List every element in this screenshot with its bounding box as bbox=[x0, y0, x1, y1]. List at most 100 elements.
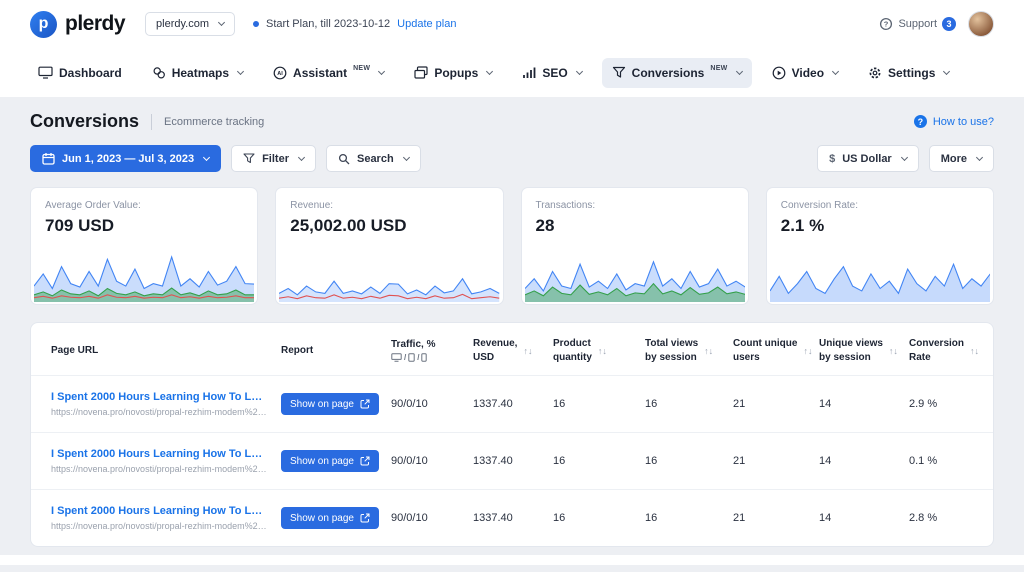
heatmaps-icon bbox=[152, 66, 166, 80]
nav-item-video[interactable]: Video bbox=[762, 58, 848, 88]
date-range-button[interactable]: Jun 1, 2023 — Jul 3, 2023 bbox=[30, 145, 221, 172]
filter-row-right: $ US Dollar More bbox=[817, 145, 994, 172]
unique-views-cell: 14 bbox=[819, 512, 909, 524]
svg-text:AI: AI bbox=[277, 71, 283, 77]
plan-dot-icon bbox=[253, 21, 259, 27]
metric-cards: Average Order Value: 709 USD Revenue: 25… bbox=[30, 187, 994, 305]
page-link[interactable]: I Spent 2000 Hours Learning How To Learn… bbox=[51, 448, 267, 460]
update-plan-link[interactable]: Update plan bbox=[397, 18, 456, 30]
page-head: Conversions Ecommerce tracking ? How to … bbox=[30, 111, 994, 132]
next-section-strip bbox=[0, 555, 1024, 565]
conversions-funnel-icon bbox=[612, 66, 626, 79]
show-on-page-button[interactable]: Show on page bbox=[281, 450, 379, 472]
page-link[interactable]: I Spent 2000 Hours Learning How To Learn… bbox=[51, 505, 267, 517]
chevron-down-icon bbox=[486, 67, 493, 74]
sort-icon[interactable]: ↑↓ bbox=[803, 346, 812, 356]
total-views-cell: 16 bbox=[645, 512, 733, 524]
column-header-unique-views[interactable]: Unique views by session ↑↓ bbox=[819, 338, 909, 363]
domain-select[interactable]: plerdy.com bbox=[145, 12, 235, 36]
column-header-count-unique-users[interactable]: Count unique users ↑↓ bbox=[733, 338, 819, 363]
chevron-down-icon bbox=[943, 67, 950, 74]
revenue-cell: 1337.40 bbox=[473, 455, 553, 467]
chevron-down-icon bbox=[378, 67, 385, 74]
product-quantity-cell: 16 bbox=[553, 455, 645, 467]
product-quantity-cell: 16 bbox=[553, 512, 645, 524]
plan-text: Start Plan, till 2023-10-12 bbox=[266, 18, 390, 30]
chevron-down-icon bbox=[298, 153, 305, 160]
chevron-down-icon bbox=[976, 153, 983, 160]
search-button[interactable]: Search bbox=[326, 145, 421, 172]
external-link-icon bbox=[360, 513, 370, 523]
filter-label: Filter bbox=[262, 153, 289, 165]
support-icon: ? bbox=[879, 17, 893, 31]
column-header-total-views[interactable]: Total views by session ↑↓ bbox=[645, 338, 733, 363]
metric-card-transactions: Transactions: 28 bbox=[521, 187, 749, 305]
metric-label: Transactions: bbox=[536, 200, 734, 211]
chevron-down-icon bbox=[403, 153, 410, 160]
nav-label: Dashboard bbox=[59, 66, 122, 80]
page-url-text: https://novena.pro/novosti/propal-rezhim… bbox=[51, 464, 267, 474]
revenue-cell: 1337.40 bbox=[473, 398, 553, 410]
filter-row: Jun 1, 2023 — Jul 3, 2023 Filter Search … bbox=[30, 145, 994, 172]
more-label: More bbox=[941, 153, 967, 165]
settings-gear-icon bbox=[868, 66, 882, 80]
content: Conversions Ecommerce tracking ? How to … bbox=[0, 97, 1024, 565]
chevron-down-icon bbox=[203, 153, 210, 160]
nav-item-dashboard[interactable]: Dashboard bbox=[28, 58, 132, 88]
column-header-product-quantity[interactable]: Product quantity ↑↓ bbox=[553, 338, 645, 363]
question-icon: ? bbox=[914, 115, 927, 128]
total-views-cell: 16 bbox=[645, 398, 733, 410]
filter-button[interactable]: Filter bbox=[231, 145, 316, 172]
report-cell: Show on page bbox=[281, 450, 391, 472]
avatar[interactable] bbox=[968, 11, 994, 37]
show-on-page-button[interactable]: Show on page bbox=[281, 507, 379, 529]
nav-item-conversions[interactable]: Conversions NEW bbox=[602, 58, 752, 88]
sort-icon[interactable]: ↑↓ bbox=[704, 346, 713, 356]
sort-icon[interactable]: ↑↓ bbox=[970, 346, 979, 356]
column-header-traffic: Traffic, % / / bbox=[391, 339, 473, 362]
traffic-cell: 90/0/10 bbox=[391, 455, 473, 467]
unique-users-cell: 21 bbox=[733, 398, 819, 410]
report-cell: Show on page bbox=[281, 393, 391, 415]
table-row: I Spent 2000 Hours Learning How To Learn… bbox=[31, 432, 993, 489]
metric-value: 2.1 % bbox=[781, 216, 979, 236]
plan-info: Start Plan, till 2023-10-12 Update plan bbox=[253, 18, 456, 30]
report-cell: Show on page bbox=[281, 507, 391, 529]
desktop-icon bbox=[391, 353, 402, 362]
nav-item-assistant[interactable]: AI Assistant NEW bbox=[263, 58, 394, 88]
unique-views-cell: 14 bbox=[819, 398, 909, 410]
how-to-use-link[interactable]: ? How to use? bbox=[914, 115, 994, 128]
metric-label: Revenue: bbox=[290, 200, 488, 211]
assistant-ai-icon: AI bbox=[273, 66, 287, 80]
new-badge: NEW bbox=[710, 65, 727, 72]
unique-views-cell: 14 bbox=[819, 455, 909, 467]
nav-item-settings[interactable]: Settings bbox=[858, 58, 959, 88]
metric-card-average-order-value: Average Order Value: 709 USD bbox=[30, 187, 258, 305]
page-link[interactable]: I Spent 2000 Hours Learning How To Learn… bbox=[51, 391, 267, 403]
nav-item-heatmaps[interactable]: Heatmaps bbox=[142, 58, 253, 88]
show-on-page-button[interactable]: Show on page bbox=[281, 393, 379, 415]
currency-button[interactable]: $ US Dollar bbox=[817, 145, 919, 172]
traffic-cell: 90/0/10 bbox=[391, 398, 473, 410]
metric-value: 28 bbox=[536, 216, 734, 236]
mobile-icon bbox=[421, 353, 427, 362]
support-button[interactable]: ? Support 3 bbox=[879, 17, 956, 31]
column-header-revenue[interactable]: Revenue, USD ↑↓ bbox=[473, 338, 553, 363]
column-header-report: Report bbox=[281, 345, 391, 356]
table-row: I Spent 2000 Hours Learning How To Learn… bbox=[31, 375, 993, 432]
sort-icon[interactable]: ↑↓ bbox=[889, 346, 898, 356]
sort-icon[interactable]: ↑↓ bbox=[598, 346, 607, 356]
sort-icon[interactable]: ↑↓ bbox=[523, 346, 532, 356]
chevron-down-icon bbox=[901, 153, 908, 160]
sparkline-chart bbox=[279, 248, 499, 302]
product-quantity-cell: 16 bbox=[553, 398, 645, 410]
nav-item-popups[interactable]: Popups bbox=[404, 58, 502, 88]
topbar: p plerdy plerdy.com Start Plan, till 202… bbox=[0, 0, 1024, 48]
more-button[interactable]: More bbox=[929, 145, 994, 172]
nav-item-seo[interactable]: SEO bbox=[512, 58, 591, 88]
column-header-conversion-rate[interactable]: Conversion Rate ↑↓ bbox=[909, 338, 983, 363]
video-play-icon bbox=[772, 66, 786, 80]
plerdy-logo[interactable]: p plerdy bbox=[30, 11, 125, 38]
chevron-down-icon bbox=[736, 67, 743, 74]
currency-label: US Dollar bbox=[842, 153, 892, 165]
